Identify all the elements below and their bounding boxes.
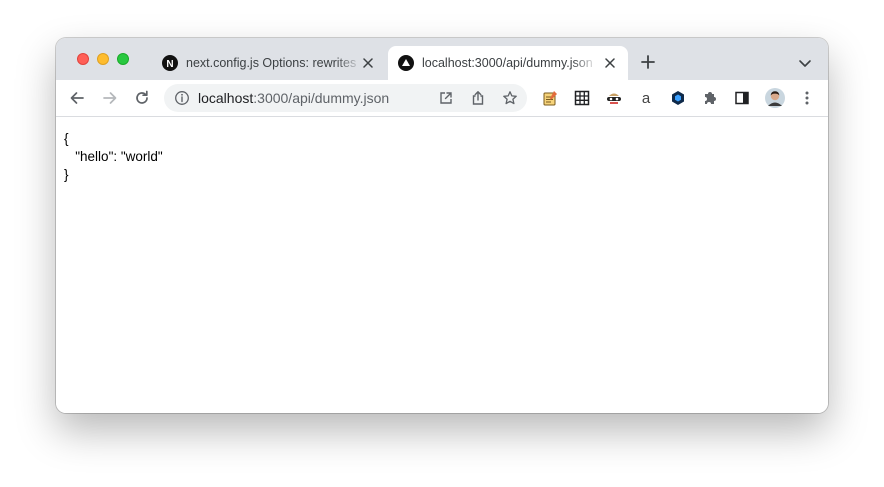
- json-line: {: [64, 131, 69, 146]
- reload-icon[interactable]: [133, 89, 151, 107]
- new-tab-plus-icon[interactable]: [639, 53, 657, 71]
- url-host: localhost: [198, 90, 254, 106]
- amazon-extension-icon[interactable]: a: [638, 90, 654, 107]
- browser-toolbar: localhost:3000/api/dummy.json a: [56, 80, 828, 117]
- browser-window: N next.config.js Options: rewrites local…: [56, 38, 828, 413]
- puzzle-icon[interactable]: [702, 90, 718, 106]
- json-body: { "hello": "world" }: [64, 130, 163, 184]
- json-line: "hello": "world": [64, 149, 163, 164]
- tab-title: next.config.js Options: rewrites: [186, 56, 357, 70]
- tab-strip: N next.config.js Options: rewrites local…: [56, 38, 828, 80]
- tab-dummy-json[interactable]: localhost:3000/api/dummy.json: [388, 46, 628, 80]
- vercel-triangle-icon: [398, 55, 414, 71]
- address-bar[interactable]: localhost:3000/api/dummy.json: [164, 84, 527, 112]
- sidepanel-icon[interactable]: [734, 90, 750, 106]
- close-icon[interactable]: [602, 55, 618, 71]
- close-icon[interactable]: [360, 55, 376, 71]
- zoom-window-button[interactable]: [117, 53, 129, 65]
- back-arrow-icon[interactable]: [68, 89, 86, 107]
- close-window-button[interactable]: [77, 53, 89, 65]
- forward-arrow-icon[interactable]: [101, 89, 119, 107]
- kebab-menu-icon[interactable]: [799, 90, 815, 106]
- share-icon[interactable]: [470, 90, 486, 106]
- hexagon-extension-icon[interactable]: [670, 90, 686, 106]
- svg-text:N: N: [166, 59, 173, 70]
- spy-extension-icon[interactable]: [606, 90, 622, 106]
- profile-avatar[interactable]: [765, 88, 785, 108]
- page-content: { "hello": "world" }: [56, 117, 828, 413]
- nextjs-logo-icon: N: [162, 55, 178, 71]
- svg-text:a: a: [642, 90, 651, 106]
- open-in-app-icon[interactable]: [438, 90, 454, 106]
- url-text: localhost:3000/api/dummy.json: [198, 90, 389, 106]
- minimize-window-button[interactable]: [97, 53, 109, 65]
- notes-extension-icon[interactable]: [542, 90, 558, 106]
- grid-extension-icon[interactable]: [574, 90, 590, 106]
- tab-title: localhost:3000/api/dummy.json: [422, 56, 593, 70]
- tab-next-config[interactable]: N next.config.js Options: rewrites: [152, 46, 386, 80]
- url-path: :3000/api/dummy.json: [253, 90, 390, 106]
- json-line: }: [64, 167, 69, 182]
- chevron-down-icon[interactable]: [797, 55, 813, 71]
- bookmark-star-icon[interactable]: [502, 90, 518, 106]
- site-info-icon[interactable]: [174, 90, 190, 106]
